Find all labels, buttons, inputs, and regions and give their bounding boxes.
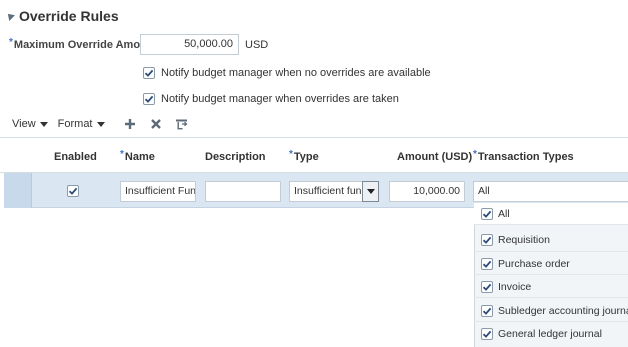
required-icon: * [289, 149, 293, 160]
dropdown-separator [474, 251, 628, 252]
check-icon [144, 95, 154, 103]
check-icon [482, 330, 492, 338]
row-enabled-checkbox[interactable] [67, 185, 79, 197]
dropdown-item-requisition[interactable]: Requisition [481, 232, 550, 248]
max-override-label: *Maximum Override Amount [9, 37, 158, 51]
dropdown-item-purchase-order[interactable]: Purchase order [481, 256, 570, 272]
checkbox[interactable] [481, 328, 493, 340]
detach-icon[interactable] [175, 117, 189, 131]
dropdown-item-label: All [498, 208, 510, 220]
chevron-down-icon [96, 121, 105, 127]
col-header-type[interactable]: *Type [289, 149, 319, 163]
chevron-down-icon [39, 121, 48, 127]
row-type-value: Insufficient funds [289, 181, 362, 202]
dropdown-separator [474, 321, 628, 322]
section-title: Override Rules [19, 8, 119, 24]
dropdown-item-label: Requisition [498, 234, 550, 246]
notify-taken-checkbox[interactable] [143, 93, 155, 105]
dropdown-item-label: Invoice [498, 281, 532, 293]
plus-icon[interactable] [123, 117, 137, 131]
row-description-input[interactable] [205, 181, 281, 202]
max-override-input[interactable]: 50,000.00 [140, 34, 239, 55]
dropdown-item-label: Purchase order [498, 258, 570, 270]
row-type-select[interactable]: Insufficient funds [289, 181, 379, 202]
check-icon [482, 210, 492, 218]
col-header-amount[interactable]: Amount (USD) [397, 151, 472, 163]
col-header-enabled[interactable]: Enabled [54, 151, 97, 163]
x-icon[interactable] [149, 117, 163, 131]
checkbox[interactable] [481, 208, 493, 220]
checkbox[interactable] [481, 258, 493, 270]
check-icon [144, 69, 154, 77]
row-transaction-types-input[interactable]: All [473, 181, 628, 202]
required-icon: * [9, 37, 13, 48]
chevron-down-icon [366, 189, 375, 194]
col-header-name[interactable]: *Name [120, 149, 155, 163]
checkbox[interactable] [481, 305, 493, 317]
check-icon [482, 307, 492, 315]
dropdown-item-all[interactable]: All [481, 206, 510, 222]
format-menu[interactable]: Format [58, 118, 105, 130]
dropdown-separator [474, 274, 628, 275]
dropdown-item-invoice[interactable]: Invoice [481, 279, 531, 295]
checkbox[interactable] [481, 281, 493, 293]
dropdown-item-label: Subledger accounting journal [498, 305, 628, 317]
dropdown-item-subledger-journal[interactable]: Subledger accounting journal [481, 303, 628, 319]
dropdown-separator [474, 297, 628, 298]
check-icon [482, 283, 492, 291]
check-icon [482, 236, 492, 244]
row-name-input[interactable]: Insufficient Func [120, 181, 196, 202]
notify-taken-row[interactable]: Notify budget manager when overrides are… [143, 91, 399, 107]
section-header[interactable]: Override Rules [5, 7, 119, 25]
required-icon: * [120, 149, 124, 160]
notify-no-overrides-label: Notify budget manager when no overrides … [161, 67, 431, 79]
row-enabled-cell [67, 185, 79, 197]
notify-taken-label: Notify budget manager when overrides are… [161, 93, 399, 105]
checkbox[interactable] [481, 234, 493, 246]
check-icon [482, 260, 492, 268]
currency-label: USD [245, 39, 269, 51]
dropdown-item-label: General ledger journal [498, 328, 602, 340]
dropdown-button[interactable] [362, 181, 379, 202]
required-icon: * [473, 149, 477, 160]
table-toolbar: View Format [12, 116, 201, 132]
collapse-icon[interactable] [5, 11, 15, 21]
notify-no-overrides-row[interactable]: Notify budget manager when no overrides … [143, 65, 431, 81]
notify-no-overrides-checkbox[interactable] [143, 67, 155, 79]
dropdown-item-gl-journal[interactable]: General ledger journal [481, 326, 602, 342]
row-amount-input[interactable]: 10,000.00 [389, 181, 465, 202]
col-header-description[interactable]: Description [205, 151, 266, 163]
col-header-transaction-types[interactable]: *Transaction Types [473, 149, 574, 163]
table-top-border [0, 137, 628, 138]
view-menu[interactable]: View [12, 118, 48, 130]
row-selector[interactable] [4, 173, 32, 208]
check-icon [68, 187, 78, 195]
